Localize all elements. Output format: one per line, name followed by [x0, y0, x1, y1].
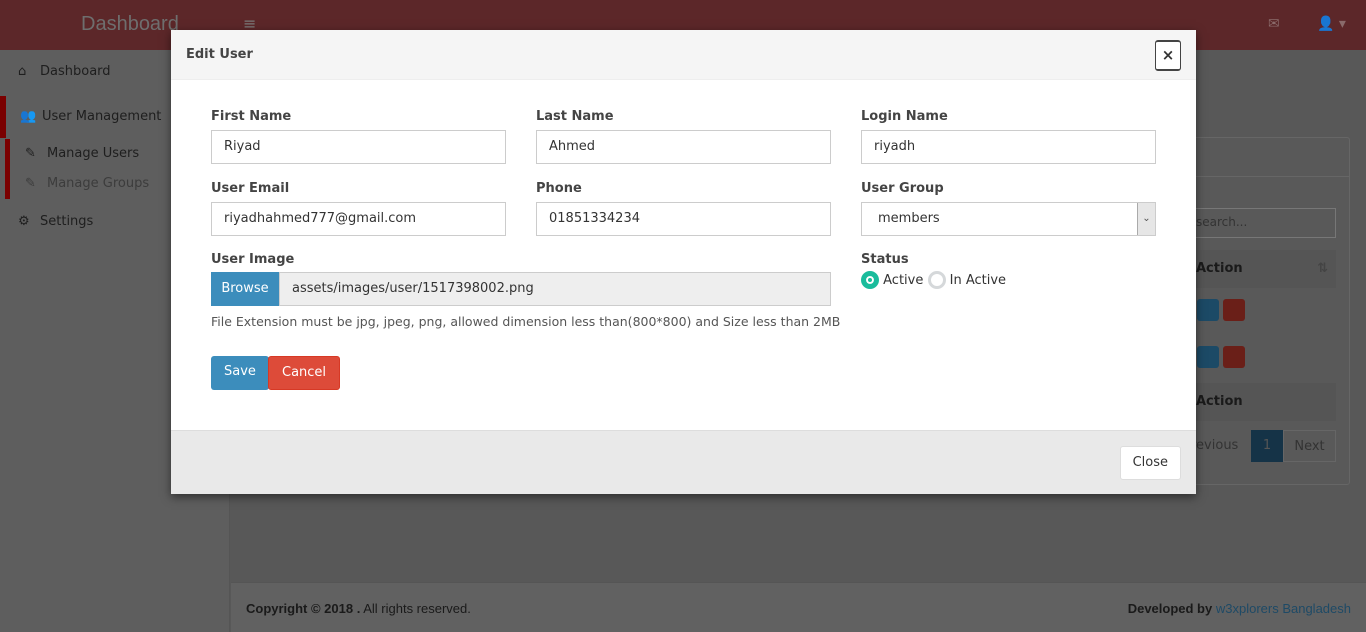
user-icon[interactable]: 👤 ▾	[1317, 16, 1346, 32]
company-link[interactable]: w3xplorers Bangladesh	[1216, 601, 1351, 616]
delete-button[interactable]	[1223, 299, 1245, 321]
cogs-icon: ⚙	[18, 214, 30, 229]
modal-title: Edit User	[186, 47, 253, 62]
pagination-previous[interactable]: revious	[1191, 430, 1253, 462]
modal-body: First Name Riyad Last Name Ahmed Login Nam…	[171, 80, 1196, 430]
last-name-input[interactable]: Ahmed	[536, 130, 831, 164]
sort-icon: ⇅	[1317, 261, 1328, 276]
close-icon[interactable]: ×	[1155, 40, 1181, 71]
status-inactive-radio[interactable]: In Active	[927, 271, 1006, 289]
edit-icon: ✎	[25, 146, 36, 161]
users-icon: 👥	[20, 109, 37, 124]
user-group-select[interactable]: members ⌄	[861, 202, 1156, 236]
cancel-button[interactable]: Cancel	[268, 356, 341, 390]
phone-input[interactable]: 01851334234	[536, 202, 831, 236]
first-name-input[interactable]: Riyad	[211, 130, 506, 164]
edit-button[interactable]	[1197, 346, 1219, 368]
search-input[interactable]: search...	[1191, 208, 1336, 238]
edit-button[interactable]	[1197, 299, 1219, 321]
pagination-next[interactable]: Next	[1283, 430, 1336, 462]
logo[interactable]: Dashboard	[81, 13, 179, 36]
pagination-page-1[interactable]: 1	[1251, 430, 1283, 462]
modal-header: Edit User ×	[171, 30, 1196, 80]
login-name-input[interactable]: riyadh	[861, 130, 1156, 164]
save-button[interactable]: Save	[211, 356, 269, 390]
page-footer: Copyright © 2018 . All rights reserved. …	[231, 582, 1366, 632]
user-image-file: Browse assets/images/user/1517398002.png	[211, 272, 831, 306]
edit-icon: ✎	[25, 176, 36, 191]
close-button[interactable]: Close	[1119, 446, 1181, 480]
delete-button[interactable]	[1223, 346, 1245, 368]
modal-footer: Close	[171, 430, 1196, 494]
radio-unchecked-icon	[927, 271, 946, 289]
browse-button[interactable]: Browse	[211, 272, 279, 306]
chevron-down-icon: ⌄	[1137, 203, 1155, 235]
envelope-icon[interactable]: ✉	[1268, 16, 1280, 32]
radio-checked-icon	[861, 271, 879, 289]
home-icon: ⌂	[18, 64, 27, 79]
edit-user-modal: Edit User × First Name Riyad Last Name Ahm…	[171, 30, 1196, 494]
status-active-radio[interactable]: Active	[861, 271, 923, 289]
image-path-input[interactable]: assets/images/user/1517398002.png	[279, 272, 831, 306]
email-input[interactable]: riyadhahmed777@gmail.com	[211, 202, 506, 236]
file-hint: File Extension must be jpg, jpeg, png, a…	[211, 314, 841, 329]
